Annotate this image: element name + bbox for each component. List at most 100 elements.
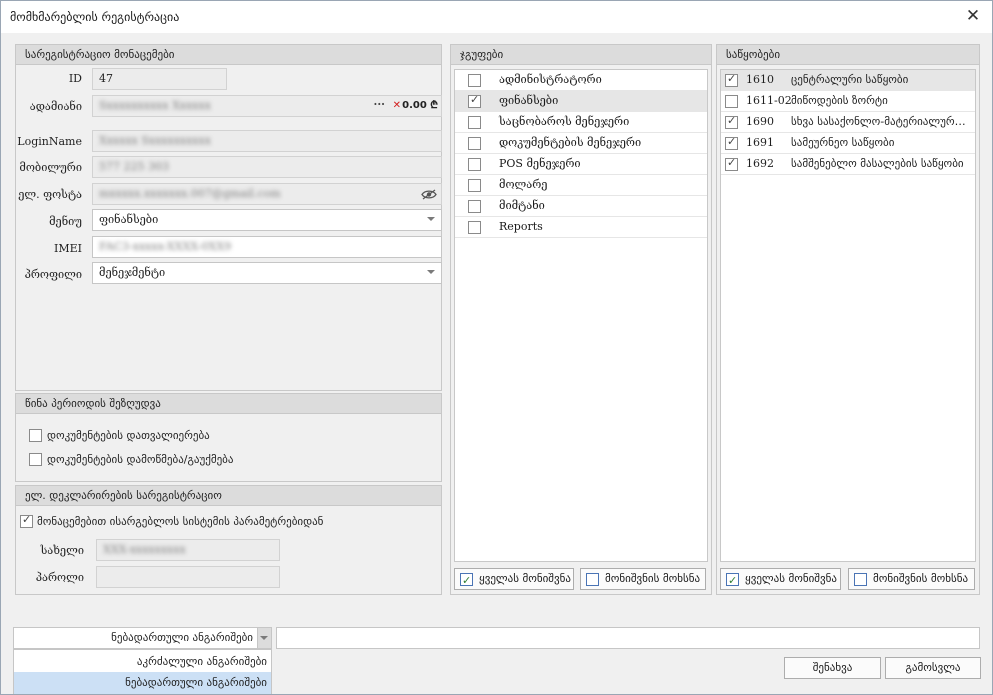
dropdown-option-forbidden[interactable]: აკრძალული ანგარიშები (14, 651, 271, 673)
warehouse-code: 1690 (746, 115, 774, 128)
close-icon[interactable]: ✕ (960, 5, 986, 29)
person-field[interactable]: Sxxxxxxxxxx Xxxxxx ··· ✕ 0.00 ₾ (92, 95, 442, 117)
imei-field[interactable]: FAC3-xxxxx-XXXX-0XX9 (92, 236, 442, 258)
uncheck-icon (586, 573, 599, 586)
warehouse-name: სხვა სასაქონლო-მატერიალური მ... (791, 115, 971, 128)
confirm-docs-label: დოკუმენტების დამოწმება/გაუქმება (47, 453, 234, 466)
group-checkbox[interactable] (468, 158, 481, 171)
warehouse-row[interactable]: 1610 ცენტრალური საწყობი (721, 70, 975, 91)
group-row[interactable]: მიმტანი (455, 196, 707, 217)
clear-icon[interactable]: ✕ (393, 96, 401, 116)
group-checkbox[interactable] (468, 179, 481, 192)
person-amount: 0.00 ₾ (402, 100, 438, 111)
email-field[interactable]: mxxxxx.xxxxxxx.007@gmail.com (92, 183, 442, 205)
person-label: ადამიანი (29, 100, 82, 113)
group-row[interactable]: POS მენეჯერი (455, 154, 707, 175)
warehouse-row[interactable]: 1690 სხვა სასაქონლო-მატერიალური მ... (721, 112, 975, 133)
email-value: mxxxxx.xxxxxxx.007@gmail.com (99, 187, 281, 200)
group-label: POS მენეჯერი (499, 157, 581, 170)
warehouse-code: 1610 (746, 73, 774, 86)
registration-window: მომხმარებლის რეგისტრაცია ✕ სარეგისტრაციო… (0, 0, 993, 695)
warehouse-checkbox[interactable] (725, 95, 738, 108)
warehouse-row[interactable]: 1691 სამეურნეო საწყობი (721, 133, 975, 154)
group-row[interactable]: Reports (455, 217, 707, 238)
check-icon (460, 571, 473, 591)
save-button[interactable]: შენახვა (784, 657, 881, 679)
group-row[interactable]: საცნობაროს მენეჯერი (455, 112, 707, 133)
groups-list: ადმინისტრატორი ფინანსები საცნობაროს მენეჯე… (454, 69, 708, 562)
chevron-down-icon (427, 217, 435, 221)
group-checkbox[interactable] (468, 93, 481, 108)
edecl-header: ელ. დეკლარირების სარეგისტრაციო (16, 486, 441, 506)
id-field[interactable]: 47 (92, 68, 227, 90)
groups-deselect-button[interactable]: მონიშვნის მოხსნა (580, 568, 706, 590)
warehouse-row[interactable]: 1692 სამშენებლო მასალების საწყობი (721, 154, 975, 175)
edecl-name-field[interactable]: XXX-xxxxxxxxx (96, 539, 280, 561)
group-checkbox[interactable] (468, 116, 481, 129)
imei-value: FAC3-xxxxx-XXXX-0XX9 (99, 240, 232, 253)
warehouse-checkbox[interactable] (725, 72, 738, 87)
warehouses-header: საწყობები (717, 45, 979, 65)
login-field[interactable]: Xxxxxx Sxxxxxxxxxx (92, 130, 442, 152)
accounts-value: ნებადართული ანგარიშები (111, 631, 253, 644)
menu-select[interactable]: ფინანსები (92, 209, 442, 231)
group-checkbox[interactable] (468, 74, 481, 87)
mobile-field[interactable]: 577 225 303 (92, 156, 442, 178)
email-label: ელ. ფოსტა (18, 188, 82, 201)
group-checkbox[interactable] (468, 137, 481, 150)
window-title: მომხმარებლის რეგისტრაცია (10, 10, 180, 24)
warehouses-deselect-button[interactable]: მონიშვნის მოხსნა (848, 568, 975, 590)
group-row[interactable]: ფინანსები (455, 91, 707, 112)
groups-panel: ჯგუფები ადმინისტრატორი ფინანსები საცნობარო… (450, 44, 712, 595)
profile-select[interactable]: მენეჯმენტი (92, 262, 442, 284)
group-row[interactable]: მოლარე (455, 175, 707, 196)
warehouse-code: 1611-02 (746, 94, 792, 107)
warehouse-name: სამეურნეო საწყობი (791, 136, 895, 149)
chevron-down-icon (260, 636, 268, 640)
group-label: Reports (499, 220, 543, 233)
registration-header: სარეგისტრაციო მონაცემები (16, 45, 441, 65)
group-checkbox[interactable] (468, 221, 481, 234)
groups-header: ჯგუფები (451, 45, 711, 65)
groups-select-all-button[interactable]: ყველას მონიშვნა (454, 568, 574, 591)
dropdown-option-allowed[interactable]: ნებადართული ანგარიშები (14, 672, 271, 694)
group-label: მოლარე (499, 178, 548, 191)
warehouse-checkbox[interactable] (725, 114, 738, 129)
group-label: საცნობაროს მენეჯერი (499, 115, 630, 128)
exit-button[interactable]: გამოსვლა (885, 657, 981, 679)
eye-icon[interactable] (421, 189, 437, 200)
accounts-select[interactable]: ნებადართული ანგარიშები (13, 627, 272, 649)
warehouse-code: 1692 (746, 157, 774, 170)
edecl-password-field[interactable] (96, 566, 280, 588)
warehouse-row[interactable]: 1611-02 მიწოდების ზორტი (721, 91, 975, 112)
profile-label: პროფილი (24, 268, 82, 281)
warehouses-select-all-button[interactable]: ყველას მონიშვნა (720, 568, 841, 591)
warehouse-code: 1691 (746, 136, 774, 149)
warehouse-checkbox[interactable] (725, 135, 738, 150)
registration-panel: სარეგისტრაციო მონაცემები ID 47 ადამიანი … (15, 44, 442, 391)
warehouses-panel: საწყობები 1610ცენტრალური საწყობი1611-02მ… (716, 44, 980, 595)
check-icon (726, 571, 739, 591)
edecl-password-label: პაროლი (35, 571, 84, 584)
group-label: დოკუმენტების მენეჯერი (499, 136, 642, 149)
use-params-checkbox[interactable] (20, 513, 33, 528)
confirm-docs-checkbox[interactable] (29, 453, 42, 466)
login-label: LoginName (17, 135, 82, 148)
warehouse-checkbox[interactable] (725, 156, 738, 171)
view-docs-checkbox[interactable] (29, 429, 42, 442)
group-row[interactable]: ადმინისტრატორი (455, 70, 707, 91)
dropdown-button[interactable] (257, 628, 271, 648)
profile-value: მენეჯმენტი (99, 266, 166, 279)
warehouse-name: მიწოდების ზორტი (791, 94, 888, 107)
prev-period-panel: წინა პერიოდის შეზღუდვა დოკუმენტების დათვ… (15, 393, 442, 482)
group-label: ადმინისტრატორი (499, 73, 602, 86)
accounts-dropdown-list: აკრძალული ანგარიშები ნებადართული ანგარიშ… (13, 649, 272, 694)
more-icon[interactable]: ··· (374, 96, 386, 115)
edecl-name-value: XXX-xxxxxxxxx (103, 543, 186, 556)
client-area: სარეგისტრაციო მონაცემები ID 47 ადამიანი … (1, 33, 992, 694)
filter-input[interactable] (276, 627, 980, 649)
group-row[interactable]: დოკუმენტების მენეჯერი (455, 133, 707, 154)
group-checkbox[interactable] (468, 200, 481, 213)
mobile-label: მობილური (19, 161, 82, 174)
warehouses-list: 1610 ცენტრალური საწყობი 1611-02მიწოდების ზ… (720, 69, 976, 562)
